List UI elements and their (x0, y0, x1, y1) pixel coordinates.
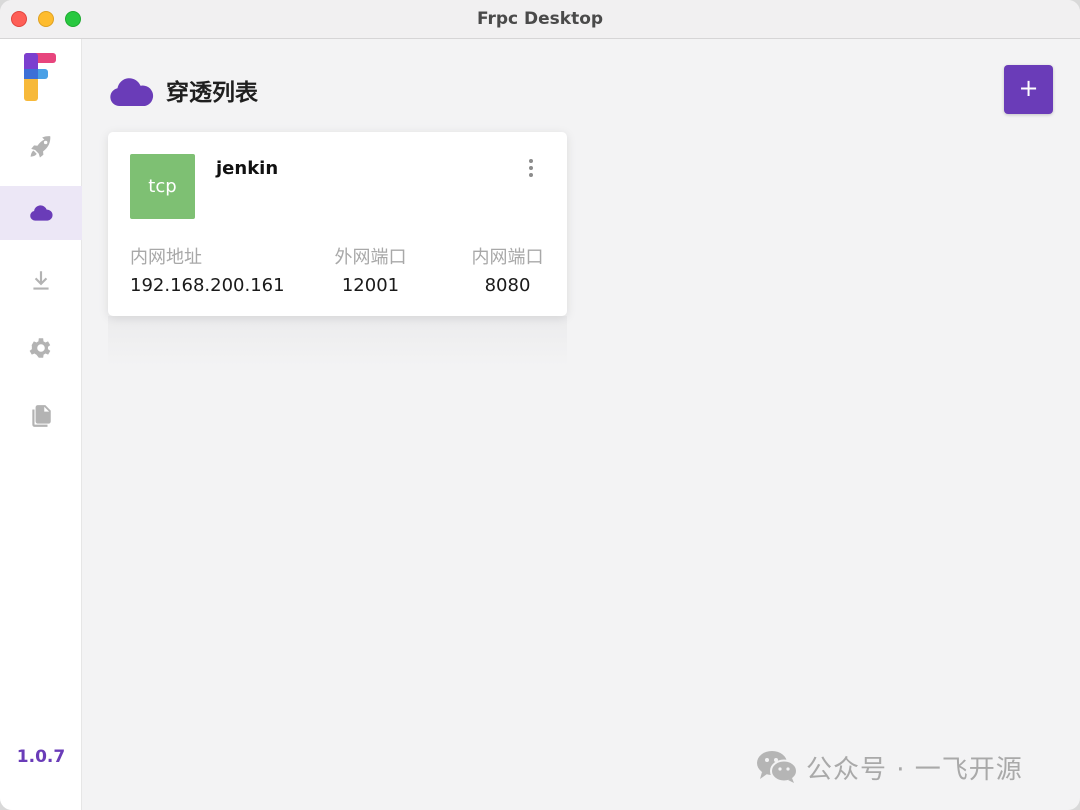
local-ip-field: 内网地址 192.168.200.161 (130, 243, 285, 296)
remote-port-value: 12001 (341, 275, 400, 296)
download-icon (33, 271, 49, 290)
rocket-icon (30, 136, 51, 158)
nav-item-settings[interactable] (0, 321, 82, 375)
local-port-field: 内网端口 8080 (465, 243, 550, 296)
local-port-value: 8080 (484, 275, 531, 296)
title-bar: Frpc Desktop (0, 0, 1080, 39)
proxy-card[interactable]: tcp jenkin 内网地址 192.168.200.161 外网端口 120… (108, 132, 567, 316)
window-title: Frpc Desktop (476, 9, 604, 29)
wechat-icon (757, 751, 798, 783)
app-window: Frpc Desktop 1.0.7 穿透列表 + tcp jenkin 内网地… (0, 0, 1080, 810)
cloud-icon (30, 205, 53, 221)
nav-item-logs[interactable] (0, 389, 82, 443)
watermark-text: 公众号 · 一飞开源 (806, 754, 1023, 785)
local-port-label: 内网端口 (471, 247, 544, 268)
proxy-name: jenkin (216, 158, 279, 179)
cloud-icon (110, 78, 154, 106)
nav-item-download[interactable] (0, 254, 82, 308)
app-version: 1.0.7 (16, 747, 66, 767)
local-ip-value: 192.168.200.161 (130, 275, 285, 296)
watermark: 公众号 · 一飞开源 (756, 748, 1023, 786)
local-ip-label: 内网地址 (130, 247, 202, 268)
remote-port-field: 外网端口 12001 (328, 243, 413, 296)
nav-item-launch[interactable] (0, 120, 82, 174)
page-header: 穿透列表 (108, 69, 258, 111)
app-logo-icon (24, 53, 56, 101)
page-title: 穿透列表 (166, 80, 258, 106)
gear-icon (29, 338, 51, 358)
nav-item-proxies[interactable] (0, 186, 82, 240)
card-shadow (108, 316, 567, 366)
main-content: 穿透列表 + tcp jenkin 内网地址 192.168.200.161 外… (82, 39, 1080, 810)
sidebar: 1.0.7 (0, 39, 82, 810)
file-copy-icon (32, 405, 51, 427)
proxy-type-badge: tcp (130, 154, 195, 219)
add-proxy-button[interactable]: + (1004, 65, 1053, 114)
more-vertical-icon[interactable] (526, 157, 536, 179)
remote-port-label: 外网端口 (334, 247, 407, 268)
